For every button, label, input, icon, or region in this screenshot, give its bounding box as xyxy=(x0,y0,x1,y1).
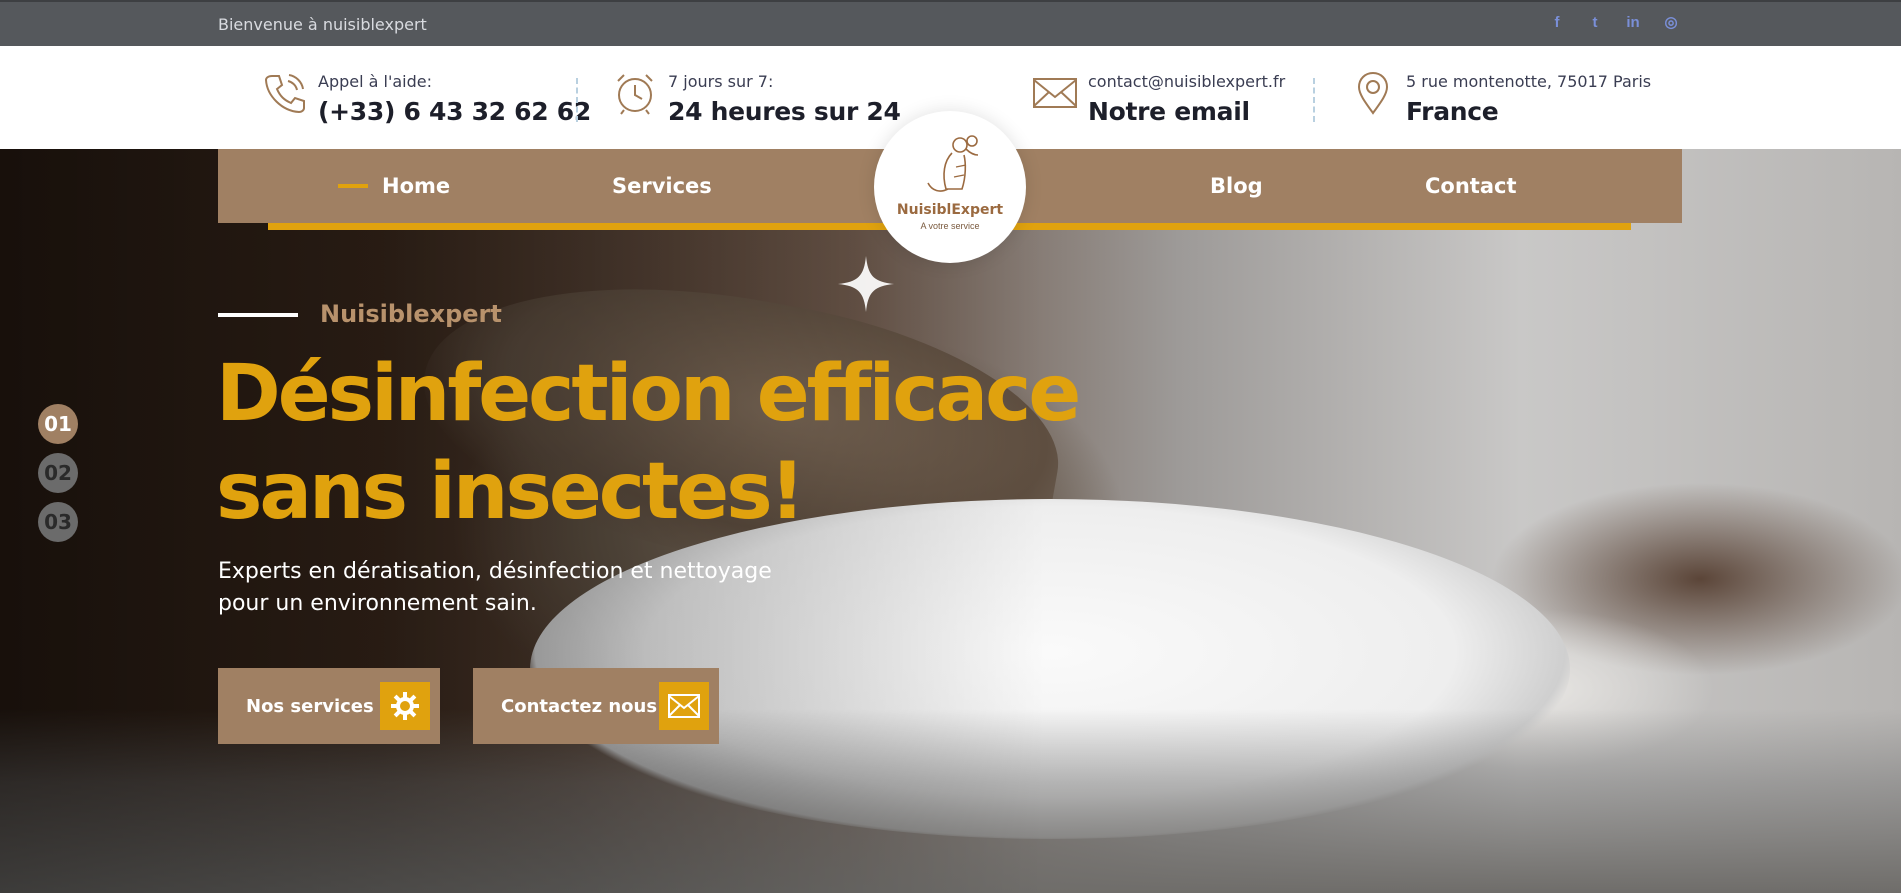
nav-blog[interactable]: Blog xyxy=(1210,174,1263,198)
hero-subtext: Experts en dératisation, désinfection et… xyxy=(218,556,838,620)
contact-button[interactable]: Contactez nous xyxy=(473,668,719,744)
services-button[interactable]: Nos services xyxy=(218,668,440,744)
address-info: 5 rue montenotte, 75017 Paris France xyxy=(1350,70,1651,126)
hero-eyebrow: Nuisiblexpert xyxy=(320,300,502,328)
sparkle-icon xyxy=(838,256,894,312)
site-logo[interactable]: NuisiblExpert A votre service xyxy=(874,111,1026,263)
welcome-text: Bienvenue à nuisiblexpert xyxy=(218,15,427,34)
contact-button-label: Contactez nous xyxy=(501,695,658,717)
headline-line-2: sans insectes! xyxy=(216,447,805,537)
subtext-line-1: Experts en dératisation, désinfection et… xyxy=(218,559,772,584)
email-address[interactable]: contact@nuisiblexpert.fr xyxy=(1088,72,1285,91)
logo-tagline: A votre service xyxy=(920,221,980,231)
nav-contact[interactable]: Contact xyxy=(1425,174,1517,198)
logo-brand: NuisiblExpert xyxy=(896,202,1004,218)
nav-services[interactable]: Services xyxy=(612,174,712,198)
location-pin-icon xyxy=(1357,71,1389,115)
instagram-icon[interactable]: ◎ xyxy=(1663,13,1679,33)
facebook-icon[interactable]: f xyxy=(1549,13,1565,33)
headline-line-1: Désinfection efficace xyxy=(216,349,1081,439)
active-indicator xyxy=(338,184,368,188)
phone-number[interactable]: (+33) 6 43 32 62 62 xyxy=(318,97,591,126)
divider xyxy=(1313,78,1315,122)
hours-value: 24 heures sur 24 xyxy=(668,97,901,126)
divider xyxy=(576,78,578,122)
alarm-clock-icon xyxy=(617,74,653,115)
phone-icon xyxy=(264,74,305,114)
slide-dot-1[interactable]: 01 xyxy=(38,404,78,444)
services-button-label: Nos services xyxy=(246,695,374,717)
gear-icon xyxy=(380,682,430,730)
phone-label: Appel à l'aide: xyxy=(318,72,433,91)
social-links: f t in ◎ xyxy=(1549,13,1679,33)
email-info[interactable]: contact@nuisiblexpert.fr Notre email xyxy=(1032,70,1285,126)
phone-info[interactable]: Appel à l'aide: (+33) 6 43 32 62 62 xyxy=(262,70,591,126)
nav-home[interactable]: Home xyxy=(382,174,450,198)
rat-logo-icon xyxy=(927,135,979,192)
slide-dot-3[interactable]: 03 xyxy=(38,502,78,542)
hero-headline: Désinfection efficace sans insectes! xyxy=(216,345,1116,541)
hours-label: 7 jours sur 7: xyxy=(668,72,774,91)
linkedin-icon[interactable]: in xyxy=(1625,13,1641,33)
subtext-line-2: pour un environnement sain. xyxy=(218,591,537,616)
envelope-icon xyxy=(659,682,709,730)
address-country: France xyxy=(1406,97,1499,126)
address-text: 5 rue montenotte, 75017 Paris xyxy=(1406,72,1652,91)
top-bar: Bienvenue à nuisiblexpert f t in ◎ xyxy=(0,0,1901,46)
slide-dot-2[interactable]: 02 xyxy=(38,453,78,493)
eyebrow-line xyxy=(218,313,298,317)
twitter-icon[interactable]: t xyxy=(1587,13,1603,33)
hours-info: 7 jours sur 7: 24 heures sur 24 xyxy=(612,70,901,126)
email-title: Notre email xyxy=(1088,97,1250,126)
envelope-icon xyxy=(1033,78,1077,108)
